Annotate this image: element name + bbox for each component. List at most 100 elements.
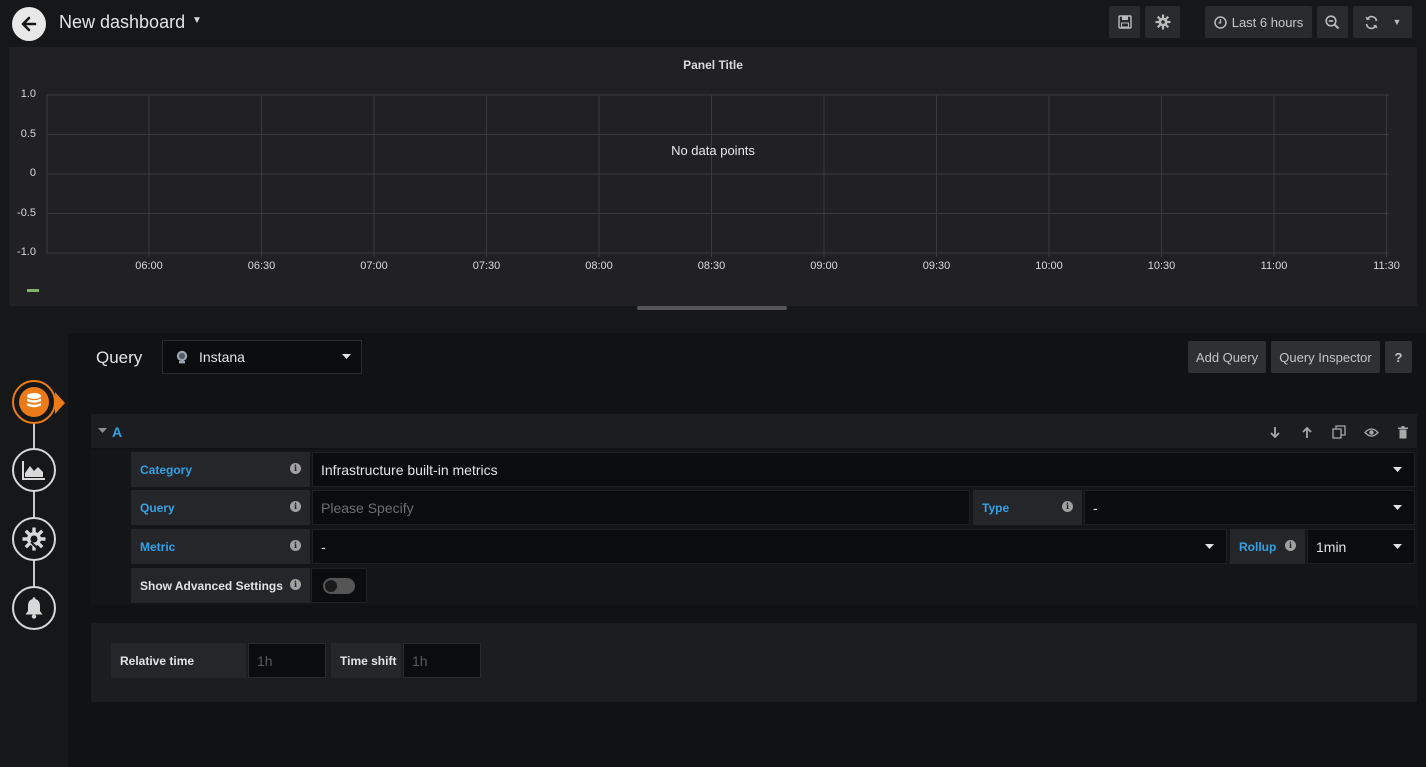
rollup-value: 1min <box>1316 538 1347 555</box>
active-step-pointer <box>55 392 65 414</box>
x-axis-tick-label: 10:30 <box>1147 260 1176 272</box>
toggle-visibility-button[interactable] <box>1363 424 1379 440</box>
caret-down-icon <box>342 354 351 359</box>
panel-resize-handle[interactable] <box>637 306 787 310</box>
caret-down-icon[interactable]: ▼ <box>1393 17 1402 27</box>
metric-select[interactable]: - <box>312 529 1227 564</box>
caret-down-icon[interactable]: ▼ <box>192 15 202 26</box>
type-value: - <box>1093 499 1098 516</box>
time-range-label: Last 6 hours <box>1231 14 1304 30</box>
eye-icon <box>1363 427 1379 437</box>
advanced-settings-label: Show Advanced Settings i <box>131 568 310 603</box>
dashboard-title[interactable]: New dashboard <box>59 12 185 33</box>
y-axis-tick-label: -1.0 <box>17 246 36 258</box>
step-connector <box>33 420 35 595</box>
arrow-left-icon <box>21 16 37 32</box>
x-axis-tick-label: 07:00 <box>360 260 388 272</box>
x-axis-tick-label: 06:00 <box>135 260 163 272</box>
back-button[interactable] <box>12 7 46 41</box>
category-value: Infrastructure built-in metrics <box>321 461 498 478</box>
type-select[interactable]: - <box>1084 490 1415 525</box>
type-label: Type i <box>973 490 1082 525</box>
metric-value: - <box>321 538 326 555</box>
y-axis-tick-label: 1.0 <box>20 88 36 100</box>
rollup-select[interactable]: 1min <box>1307 529 1415 564</box>
step-alert[interactable] <box>12 586 56 630</box>
gear-icon <box>1155 14 1170 30</box>
y-axis-tick-label: -0.5 <box>17 206 36 219</box>
info-icon[interactable]: i <box>1285 540 1296 551</box>
caret-down-icon <box>1205 544 1214 549</box>
bell-icon <box>25 597 43 619</box>
save-dashboard-button[interactable] <box>1109 6 1140 38</box>
advanced-settings-toggle[interactable] <box>323 578 355 594</box>
dashboard-navbar: New dashboard ▼ Last 6 hours ▼ <box>0 0 1426 46</box>
settings-button[interactable] <box>1145 6 1180 38</box>
info-icon[interactable]: i <box>290 501 301 512</box>
relative-time-label: Relative time <box>111 643 246 678</box>
move-down-button[interactable] <box>1267 424 1283 440</box>
zoom-out-button[interactable] <box>1317 6 1348 38</box>
info-icon[interactable]: i <box>290 463 301 474</box>
help-button[interactable]: ? <box>1385 341 1412 373</box>
x-axis-tick-label: 11:00 <box>1260 260 1288 272</box>
query-input[interactable]: Please Specify <box>312 490 970 525</box>
graph-panel: Panel Title No data points 1.0 0.5 0 -0.5 -1… <box>9 47 1417 306</box>
datasource-name: Instana <box>199 349 245 365</box>
no-data-message: No data points <box>671 143 755 158</box>
area-chart-icon <box>22 461 45 480</box>
info-icon[interactable]: i <box>290 579 301 590</box>
duplicate-query-button[interactable] <box>1331 424 1347 440</box>
x-axis-tick-label: 11:30 <box>1373 260 1400 272</box>
refresh-icon <box>1365 15 1378 29</box>
x-axis-tick-label: 08:00 <box>585 260 613 272</box>
step-visualization[interactable] <box>12 448 56 492</box>
refresh-button[interactable]: ▼ <box>1353 6 1412 38</box>
step-general[interactable] <box>12 517 56 561</box>
caret-down-icon <box>1393 544 1402 549</box>
advanced-settings-label-text: Show Advanced Settings <box>140 578 283 593</box>
copy-icon <box>1332 425 1346 439</box>
metric-label-text: Metric <box>140 539 176 554</box>
x-axis-tick-label: 07:30 <box>472 260 501 272</box>
y-axis-tick-label: 0.5 <box>20 127 36 140</box>
relative-time-input[interactable]: 1h <box>248 643 326 678</box>
y-axis-tick-label: 0 <box>29 167 36 179</box>
category-select[interactable]: Infrastructure built-in metrics <box>312 452 1415 487</box>
datasource-picker[interactable]: Instana <box>162 340 362 374</box>
arrow-up-icon <box>1302 426 1312 438</box>
zoom-out-icon <box>1325 14 1340 29</box>
rollup-label: Rollup i <box>1230 529 1305 564</box>
add-query-button[interactable]: Add Query <box>1188 341 1266 373</box>
rollup-label-text: Rollup <box>1239 539 1277 554</box>
database-icon <box>19 387 49 417</box>
collapse-caret-icon[interactable] <box>98 428 107 434</box>
save-icon <box>1117 15 1132 29</box>
query-row-header[interactable] <box>91 414 1417 448</box>
query-ref-id[interactable]: A <box>112 424 122 440</box>
x-axis-tick-label: 06:30 <box>247 260 276 272</box>
type-label-text: Type <box>982 500 1010 515</box>
metric-label: Metric i <box>131 529 310 564</box>
delete-query-button[interactable] <box>1395 424 1411 440</box>
category-label-text: Category <box>140 462 193 477</box>
info-icon[interactable]: i <box>1062 501 1073 512</box>
query-field-label: Query i <box>131 490 310 525</box>
query-inspector-button[interactable]: Query Inspector <box>1271 341 1380 373</box>
info-icon[interactable]: i <box>290 540 301 551</box>
time-shift-label: Time shift <box>331 643 401 678</box>
time-shift-input[interactable]: 1h <box>403 643 481 678</box>
legend-series-marker[interactable] <box>27 289 39 292</box>
time-picker-button[interactable]: Last 6 hours <box>1205 6 1312 38</box>
instana-logo-icon <box>176 350 188 364</box>
clock-icon <box>1213 15 1227 29</box>
caret-down-icon <box>1393 505 1402 510</box>
toggle-knob <box>325 580 337 592</box>
move-up-button[interactable] <box>1299 424 1315 440</box>
step-queries[interactable] <box>12 380 56 424</box>
trash-icon <box>1398 425 1408 438</box>
category-label: Category i <box>131 452 310 487</box>
advanced-settings-switch-container <box>311 568 367 603</box>
x-axis-tick-label: 09:30 <box>922 260 951 272</box>
x-axis-tick-label: 09:00 <box>810 260 838 272</box>
